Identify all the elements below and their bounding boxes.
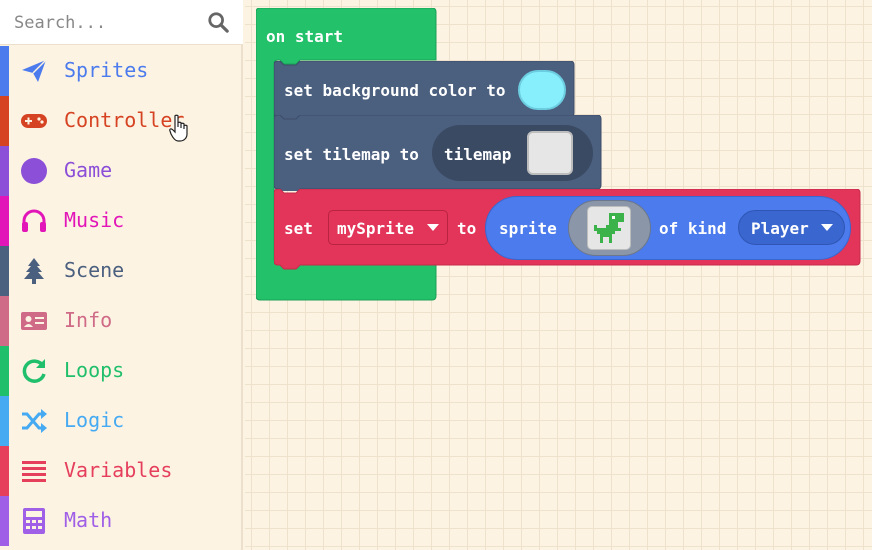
category-label: Info — [64, 308, 113, 332]
of-kind-keyword: of kind — [659, 219, 727, 238]
search-icon[interactable] — [207, 11, 229, 33]
category-label: Logic — [64, 408, 125, 432]
set-keyword: set — [284, 219, 313, 238]
shuffle-icon — [22, 409, 47, 433]
on-start-label: on start — [266, 27, 344, 46]
category-color-strip — [0, 246, 9, 296]
category-color-strip — [0, 446, 9, 496]
category-color-strip — [0, 496, 9, 546]
kind-dropdown-label: Player — [751, 219, 809, 238]
variable-dropdown-label: mySprite — [337, 219, 415, 238]
gamepad-icon — [21, 114, 47, 128]
category-color-strip — [0, 46, 9, 96]
category-label: Variables — [64, 458, 173, 482]
circle-icon — [21, 158, 47, 184]
category-controller[interactable]: Controller — [0, 96, 241, 146]
category-color-strip — [0, 96, 9, 146]
category-color-strip — [0, 146, 9, 196]
to-keyword: to — [457, 219, 477, 238]
category-scene[interactable]: Scene — [0, 246, 241, 296]
id-card-icon — [21, 312, 47, 330]
category-label: Game — [64, 158, 113, 182]
list-icon — [22, 461, 46, 482]
tilemap-thumbnail[interactable] — [527, 131, 573, 175]
color-swatch-input[interactable] — [518, 70, 566, 110]
category-music[interactable]: Music — [0, 196, 241, 246]
sprite-keyword: sprite — [499, 219, 557, 238]
set-tilemap-label: set tilemap to — [284, 145, 419, 164]
category-loops[interactable]: Loops — [0, 346, 241, 396]
tree-icon — [24, 258, 44, 284]
calculator-icon — [23, 508, 45, 534]
category-label: Loops — [64, 358, 125, 382]
block-workspace[interactable]: on start set background color to set til… — [245, 0, 872, 550]
dinosaur-sprite-icon — [594, 213, 624, 243]
set-background-color-label: set background color to — [284, 81, 506, 100]
category-color-strip — [0, 396, 9, 446]
category-logic[interactable]: Logic — [0, 396, 241, 446]
headphones-icon — [22, 209, 46, 232]
category-color-strip — [0, 296, 9, 346]
category-info[interactable]: Info — [0, 296, 241, 346]
category-game[interactable]: Game — [0, 146, 241, 196]
search-box — [0, 0, 243, 45]
category-label: Music — [64, 208, 125, 232]
chevron-down-icon — [821, 224, 833, 231]
category-color-strip — [0, 346, 9, 396]
category-sprites[interactable]: Sprites — [0, 46, 241, 96]
category-label: Sprites — [64, 58, 149, 82]
tilemap-reporter-label: tilemap — [444, 145, 512, 164]
chevron-down-icon — [427, 224, 439, 231]
category-color-strip — [0, 196, 9, 246]
paper-plane-icon — [22, 59, 47, 82]
hand-pointer-icon — [169, 114, 188, 142]
category-label: Math — [64, 508, 113, 532]
search-input[interactable] — [12, 10, 196, 36]
category-label: Controller — [64, 108, 185, 132]
refresh-icon — [22, 359, 46, 383]
category-variables[interactable]: Variables — [0, 446, 241, 496]
category-math[interactable]: Math — [0, 496, 241, 546]
toolbox-sidebar: Sprites Controller Game Music — [0, 0, 243, 550]
category-label: Scene — [64, 258, 125, 282]
